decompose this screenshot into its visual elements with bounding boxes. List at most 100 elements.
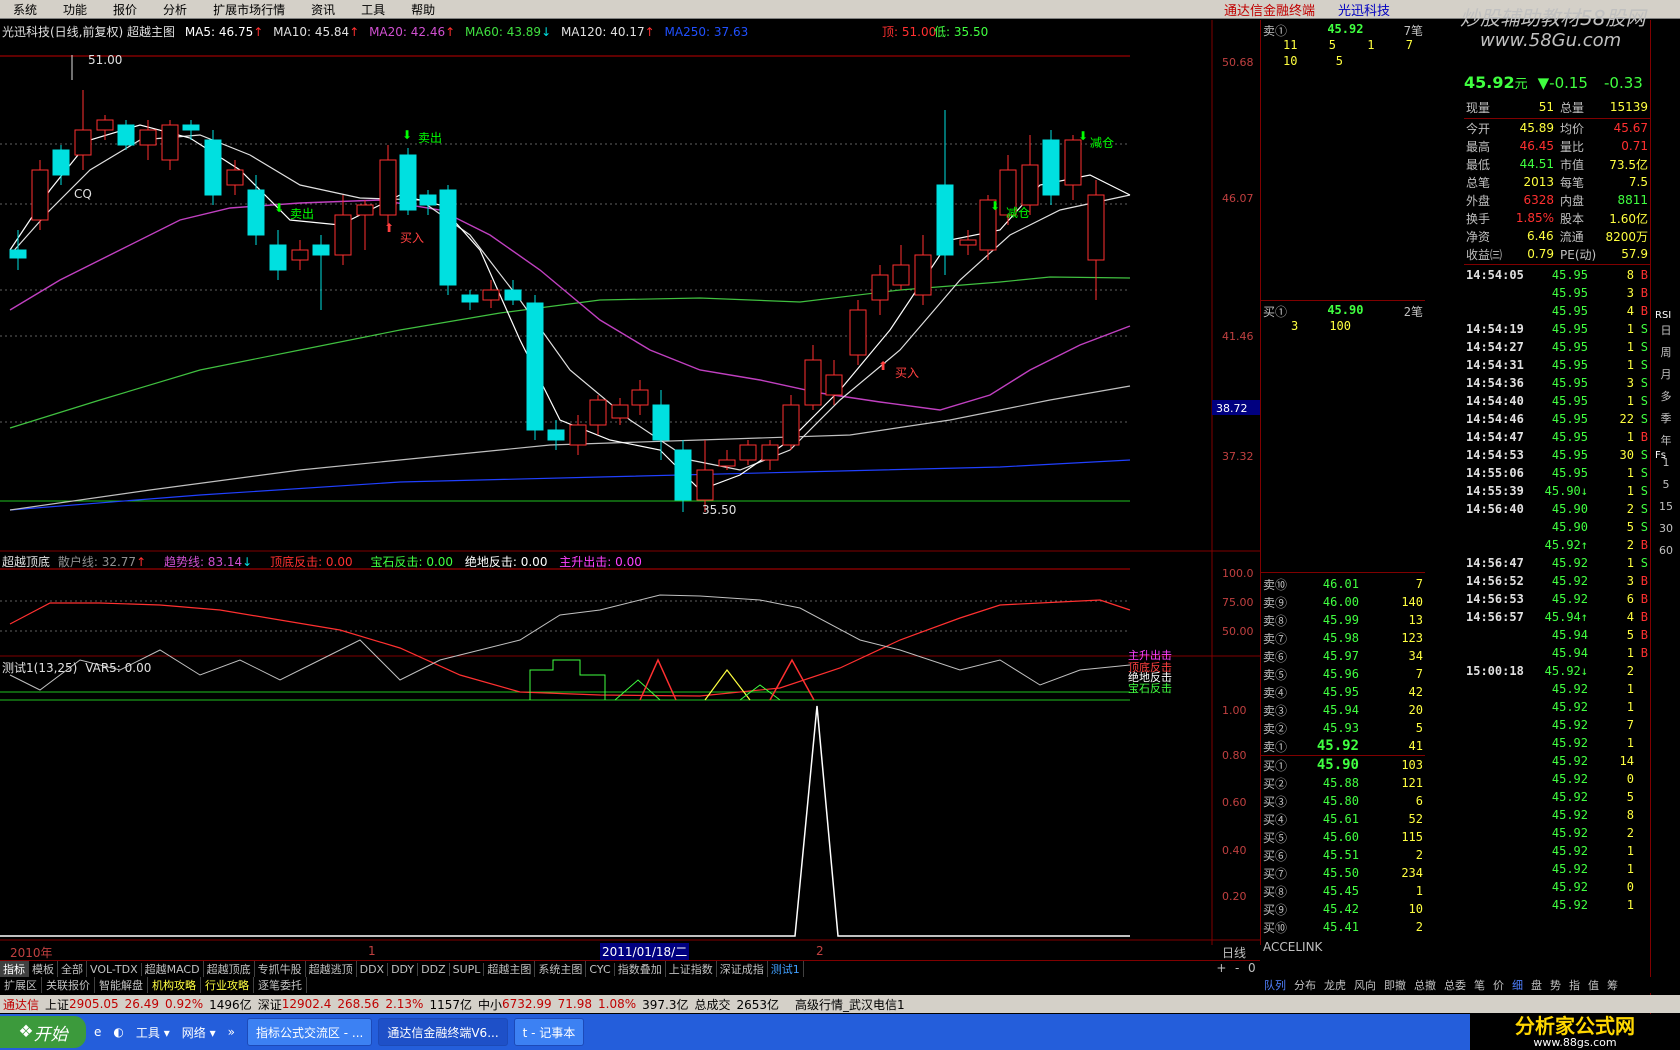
buy-level-row[interactable]: 买⑤ 45.60 115	[1261, 828, 1425, 846]
sell-level-row[interactable]: 卖② 45.93 5	[1261, 719, 1425, 737]
right-tab[interactable]: 价	[1489, 977, 1508, 993]
toolbar-network[interactable]: 网络 ▾	[182, 1024, 216, 1041]
sz-label[interactable]: 深证	[258, 996, 282, 1013]
right-tab[interactable]: 笔	[1470, 977, 1489, 993]
sell-level-row[interactable]: 卖⑩ 46.01 7	[1261, 575, 1425, 593]
sell-level-row[interactable]: 卖① 45.92 41	[1261, 737, 1425, 755]
toolbar-expand-icon[interactable]: »	[228, 1025, 235, 1039]
right-tab[interactable]: 细	[1508, 977, 1527, 993]
period-item[interactable]: 5	[1663, 474, 1670, 496]
ie-icon[interactable]: e	[94, 1025, 101, 1039]
tab-template[interactable]: 模板	[29, 961, 58, 977]
right-tab[interactable]: 指	[1565, 977, 1584, 993]
sell-level-row[interactable]: 卖⑧ 45.99 13	[1261, 611, 1425, 629]
sh-label[interactable]: 上证	[45, 996, 69, 1013]
menu-extended-market[interactable]: 扩展市场行情	[200, 1, 298, 18]
sell-level-row[interactable]: 卖⑤ 45.96 7	[1261, 665, 1425, 683]
period-item[interactable]: 15	[1659, 496, 1673, 518]
period-item[interactable]: 日	[1661, 320, 1672, 342]
buy-level-row[interactable]: 买① 45.90 103	[1261, 755, 1425, 774]
menu-news[interactable]: 资讯	[298, 1, 348, 18]
tab-vol-tdx[interactable]: VOL-TDX	[87, 962, 142, 976]
tab-system-main[interactable]: 系统主图	[535, 961, 587, 977]
tab-test1[interactable]: 测试1	[768, 961, 804, 977]
menu-tools[interactable]: 工具	[348, 1, 398, 18]
tab-cyc[interactable]: CYC	[586, 962, 615, 976]
tab-industry[interactable]: 行业攻略	[201, 977, 254, 993]
quicklaunch-icon[interactable]: ◐	[113, 1025, 123, 1039]
period-item[interactable]: 季	[1661, 408, 1672, 430]
tab-top-bottom[interactable]: 超越顶底	[204, 961, 255, 977]
tab-shenzhen-index[interactable]: 深证成指	[717, 961, 768, 977]
tab-ddx[interactable]: DDX	[357, 962, 389, 976]
tab-index-overlay[interactable]: 指数叠加	[615, 961, 666, 977]
menu-analysis[interactable]: 分析	[150, 1, 200, 18]
buy-level-row[interactable]: 买⑥ 45.51 2	[1261, 846, 1425, 864]
tab-macd[interactable]: 超越MACD	[142, 961, 204, 977]
tab-institution[interactable]: 机构攻略	[148, 977, 201, 993]
right-tab[interactable]: 总撤	[1410, 977, 1440, 993]
tab-supl[interactable]: SUPL	[450, 962, 485, 976]
period-item[interactable]: 60	[1659, 540, 1673, 562]
tab-tick-orders[interactable]: 逐笔委托	[254, 977, 307, 993]
buy-level-row[interactable]: 买③ 45.80 6	[1261, 792, 1425, 810]
buy-level-row[interactable]: 买⑦ 45.50 234	[1261, 864, 1425, 882]
tab-ddz[interactable]: DDZ	[418, 962, 450, 976]
tab-main-chart[interactable]: 超越主图	[484, 961, 536, 977]
right-tab[interactable]: 分布	[1290, 977, 1320, 993]
period-label[interactable]: 日线	[1222, 944, 1246, 961]
period-item[interactable]: 多	[1661, 386, 1672, 408]
task-forum[interactable]: 指标公式交流区 - ...	[246, 1018, 373, 1046]
zx-label[interactable]: 中小	[478, 996, 502, 1013]
period-item[interactable]: 30	[1659, 518, 1673, 540]
data-feed-label[interactable]: 高级行情_武汉电信1	[795, 996, 905, 1013]
right-tab[interactable]: 风向	[1350, 977, 1380, 993]
right-tab[interactable]: 势	[1546, 977, 1565, 993]
right-tab[interactable]: 即撤	[1380, 977, 1410, 993]
start-button[interactable]: ❖ 开始	[0, 1016, 86, 1048]
tab-smart-analysis[interactable]: 智能解盘	[95, 977, 148, 993]
zero-icon[interactable]: 0	[1248, 961, 1256, 975]
buy-level-row[interactable]: 买② 45.88 121	[1261, 774, 1425, 792]
sell-level-row[interactable]: 卖⑥ 45.97 34	[1261, 647, 1425, 665]
plus-icon[interactable]: +	[1216, 961, 1226, 975]
tab-escape-top[interactable]: 超越逃顶	[306, 961, 357, 977]
tick-side: B	[1640, 286, 1648, 300]
buy-level-row[interactable]: 买④ 45.61 52	[1261, 810, 1425, 828]
period-item[interactable]: 月	[1661, 364, 1672, 386]
tab-shanghai-index[interactable]: 上证指数	[666, 961, 717, 977]
buy-level-row[interactable]: 买⑨ 45.42 10	[1261, 900, 1425, 918]
tab-related-quote[interactable]: 关联报价	[42, 977, 95, 993]
minus-icon[interactable]: -	[1235, 961, 1239, 975]
menu-quote[interactable]: 报价	[100, 1, 150, 18]
period-item[interactable]: 年	[1661, 430, 1672, 452]
buy-level-row[interactable]: 买⑩ 45.41 2	[1261, 918, 1425, 936]
sell-level-row[interactable]: 卖⑨ 46.00 140	[1261, 593, 1425, 611]
period-item[interactable]: 周	[1661, 342, 1672, 364]
right-tab[interactable]: 总委	[1440, 977, 1470, 993]
right-tab[interactable]: 值	[1584, 977, 1603, 993]
right-tab[interactable]: 队列	[1260, 977, 1290, 993]
right-tab[interactable]: 筹	[1603, 977, 1622, 993]
sell-level-row[interactable]: 卖③ 45.94 20	[1261, 701, 1425, 719]
menu-help[interactable]: 帮助	[398, 1, 448, 18]
task-notepad[interactable]: t - 记事本	[513, 1018, 585, 1046]
kline-chart-area[interactable]: 51.00 CQ 卖出 ⬇ 卖出 ⬇ 买入 ⬆ 买入 ⬆ 减仓 ⬇ 减仓 ⬇ 3…	[0, 20, 1260, 945]
menu-function[interactable]: 功能	[50, 1, 100, 18]
toolbar-tools[interactable]: 工具 ▾	[136, 1024, 170, 1041]
buy-level-row[interactable]: 买⑧ 45.45 1	[1261, 882, 1425, 900]
tab-extension[interactable]: 扩展区	[0, 977, 42, 993]
right-tab[interactable]: 盘	[1527, 977, 1546, 993]
tab-ddy[interactable]: DDY	[388, 962, 419, 976]
fs-label[interactable]: Fs	[1655, 450, 1666, 461]
task-tdx-terminal[interactable]: 通达信金融终端V6...	[378, 1018, 508, 1046]
right-tab[interactable]: 龙虎	[1320, 977, 1350, 993]
menu-system[interactable]: 系统	[0, 1, 50, 18]
tab-all[interactable]: 全部	[58, 961, 87, 977]
tab-bull-stocks[interactable]: 专抓牛股	[255, 961, 306, 977]
sell-level-row[interactable]: 卖⑦ 45.98 123	[1261, 629, 1425, 647]
tab-indicator[interactable]: 指标	[0, 961, 29, 977]
sell-level-row[interactable]: 卖④ 45.95 42	[1261, 683, 1425, 701]
tick-volume: 3	[1626, 286, 1634, 300]
rsi-label[interactable]: RSI	[1655, 310, 1671, 321]
